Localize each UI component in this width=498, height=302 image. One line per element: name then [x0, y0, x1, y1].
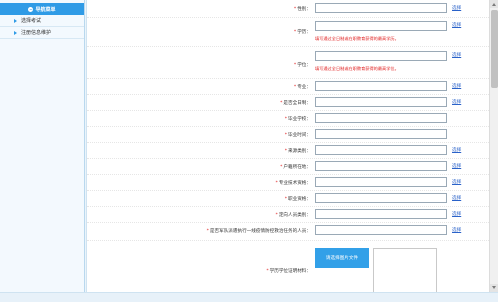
- arrow-down-icon: [492, 286, 496, 289]
- form-row-directed-category: *定向人员类别： 选择: [87, 206, 489, 223]
- field-label: *是否全日制：: [280, 101, 311, 106]
- select-link[interactable]: 选择: [452, 52, 461, 58]
- select-link[interactable]: 选择: [452, 227, 461, 233]
- nav-menu-title: 导航菜单: [35, 6, 56, 13]
- select-link[interactable]: 选择: [452, 211, 461, 217]
- arrow-right-icon: [14, 30, 17, 35]
- select-link[interactable]: 选择: [452, 179, 461, 185]
- field-label: *性别：: [293, 7, 311, 12]
- major-field[interactable]: [315, 81, 447, 91]
- scroll-down-button[interactable]: [490, 284, 498, 292]
- collapse-icon: −: [28, 6, 34, 12]
- education-field[interactable]: [315, 21, 447, 31]
- select-link[interactable]: 选择: [452, 99, 461, 105]
- field-label: *学历：: [293, 30, 311, 35]
- tech-qualification-field[interactable]: [315, 177, 447, 187]
- select-link[interactable]: 选择: [452, 22, 461, 28]
- form-row-household: *户籍所在地： 选择: [87, 158, 489, 175]
- form-row-vocational-qualification: *职业资格： 选择: [87, 190, 489, 207]
- sidebar-item-select-exam[interactable]: 选择考试: [0, 15, 84, 27]
- education-hint: 填写通过全日制或在职教育获得的最高学历。: [315, 36, 399, 41]
- field-label: *来源类别：: [284, 149, 311, 154]
- sidebar-item-label: 注册信息维护: [21, 30, 52, 36]
- nav-menu-header[interactable]: − 导航菜单: [0, 3, 84, 15]
- choose-image-button[interactable]: 请选择图片文件: [315, 248, 369, 268]
- graduation-time-input[interactable]: [315, 129, 447, 139]
- arrow-right-icon: [14, 18, 17, 23]
- select-link[interactable]: 选择: [452, 5, 461, 11]
- form-row-tech-qualification: *专业技术资格： 选择: [87, 174, 489, 191]
- vocational-qualification-field[interactable]: [315, 193, 447, 203]
- gender-field[interactable]: [315, 3, 447, 13]
- full-time-field[interactable]: [315, 97, 447, 107]
- field-label: *职业资格：: [284, 197, 311, 202]
- form-row-education: *学历： 选择 填写通过全日制或在职教育获得的最高学历。: [87, 17, 489, 47]
- select-link[interactable]: 选择: [452, 195, 461, 201]
- field-label: *专业技术资格：: [275, 181, 311, 186]
- field-label: *是否军队派遣执行一线疫情防控救治任务的人员：: [206, 229, 311, 234]
- sidebar-item-label: 选择考试: [21, 18, 42, 24]
- form-row-graduation-time: *毕业时间：: [87, 126, 489, 143]
- scroll-up-button[interactable]: [490, 0, 498, 8]
- registration-form: *性别： 选择 *学历： 选择 填写通过全日制或在职教育获得的最高学历。 *学位…: [86, 0, 490, 292]
- vertical-scrollbar[interactable]: [489, 0, 498, 292]
- photo-label: *学历学位证明材料：: [266, 269, 311, 274]
- scroll-thumb[interactable]: [491, 10, 498, 88]
- field-label: *定向人员类别：: [275, 213, 311, 218]
- form-row-school: *毕业学校：: [87, 110, 489, 127]
- form-row-military-dispatch: *是否军队派遣执行一线疫情防控救治任务的人员： 选择: [87, 222, 489, 241]
- field-label: *专业：: [293, 85, 311, 90]
- field-label: *学位：: [293, 63, 311, 68]
- select-link[interactable]: 选择: [452, 83, 461, 89]
- school-input[interactable]: [315, 113, 447, 123]
- military-dispatch-field[interactable]: [315, 225, 447, 235]
- form-row-major: *专业： 选择: [87, 78, 489, 95]
- select-link[interactable]: 选择: [452, 163, 461, 169]
- form-row-degree: *学位： 选择 填写通过全日制或在职教育获得的最高学位。: [87, 46, 489, 79]
- form-row-full-time: *是否全日制： 选择: [87, 94, 489, 111]
- degree-hint: 填写通过全日制或在职教育获得的最高学位。: [315, 66, 399, 71]
- directed-category-field[interactable]: [315, 209, 447, 219]
- form-row-gender: *性别： 选择: [87, 0, 489, 18]
- form-row-source: *来源类别： 选择: [87, 142, 489, 159]
- source-field[interactable]: [315, 145, 447, 155]
- field-label: *毕业学校：: [284, 117, 311, 122]
- field-label: *毕业时间：: [284, 133, 311, 138]
- arrow-up-icon: [492, 3, 496, 6]
- household-field[interactable]: [315, 161, 447, 171]
- sidebar-item-registration-info[interactable]: 注册信息维护: [0, 27, 84, 39]
- degree-field[interactable]: [315, 51, 447, 61]
- image-preview: [373, 248, 437, 292]
- field-label: *户籍所在地：: [280, 165, 311, 170]
- sidebar: − 导航菜单 选择考试 注册信息维护: [0, 0, 85, 301]
- select-link[interactable]: 选择: [452, 147, 461, 153]
